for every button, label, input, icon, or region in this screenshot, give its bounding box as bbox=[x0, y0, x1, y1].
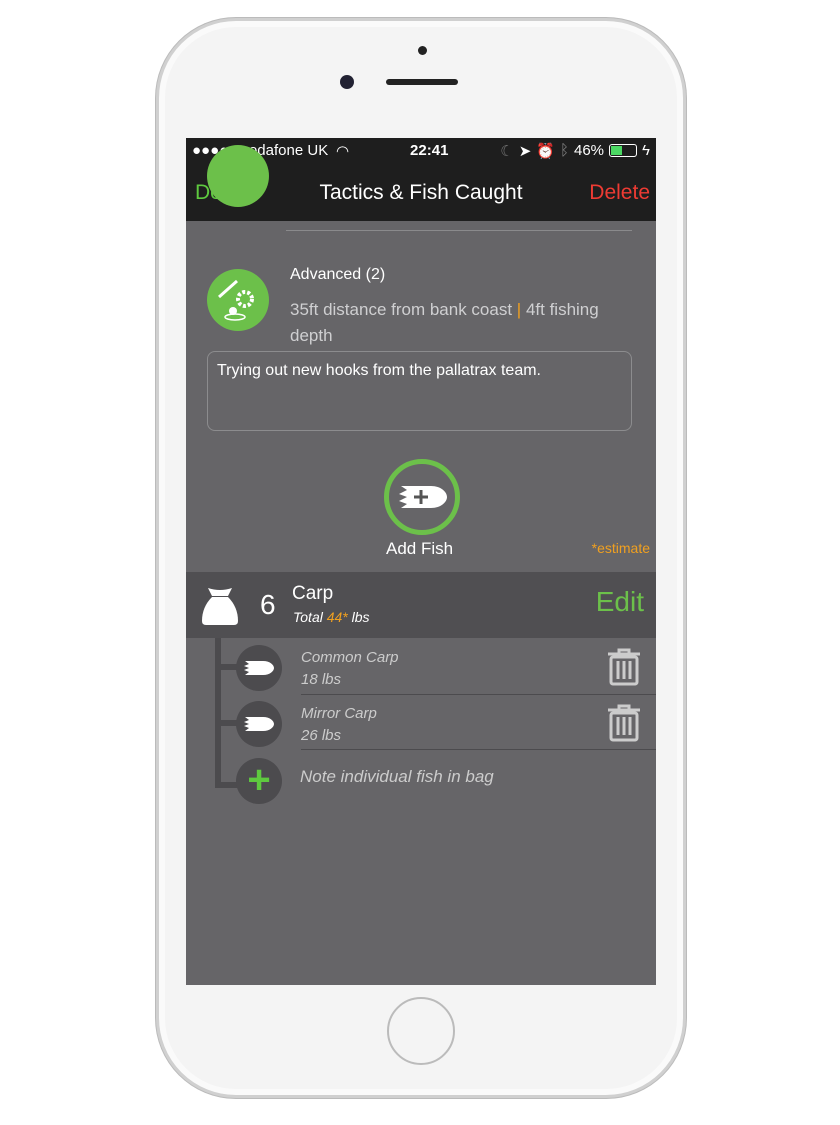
advanced-details: 35ft distance from bank coast | 4ft fish… bbox=[290, 300, 599, 345]
trash-icon[interactable] bbox=[606, 704, 642, 742]
earpiece bbox=[386, 79, 458, 85]
location-icon: ➤ bbox=[518, 142, 532, 160]
plus-icon: + bbox=[236, 758, 282, 804]
fish-weight: 26 lbs bbox=[301, 727, 342, 744]
estimate-note: *estimate bbox=[591, 540, 650, 556]
bag-species: Carp bbox=[292, 583, 334, 604]
add-individual-label: Note individual fish in bag bbox=[300, 767, 494, 786]
app-screen: ●●●●● vodafone UK ◠ 22:41 ☾ ➤ ⏰ ᛒ 46% ϟ … bbox=[186, 138, 656, 985]
charging-icon: ϟ bbox=[642, 142, 650, 159]
alarm-icon: ⏰ bbox=[536, 142, 555, 160]
bag-count: 6 bbox=[260, 589, 276, 620]
time: 22:41 bbox=[410, 142, 449, 159]
fish-name: Mirror Carp bbox=[301, 705, 377, 722]
advanced-title: Advanced (2) bbox=[290, 266, 386, 283]
trash-icon[interactable] bbox=[606, 648, 642, 686]
bag-total: Total 44* lbs bbox=[293, 609, 370, 625]
add-fish-button[interactable] bbox=[384, 459, 460, 535]
home-button[interactable] bbox=[387, 997, 455, 1065]
notes-textarea[interactable]: Trying out new hooks from the pallatrax … bbox=[207, 351, 632, 431]
delete-button[interactable]: Delete bbox=[589, 181, 650, 205]
fish-name: Common Carp bbox=[301, 649, 399, 666]
front-camera bbox=[340, 75, 354, 89]
add-fish-label: Add Fish bbox=[386, 539, 454, 558]
advanced-tactics-icon bbox=[207, 269, 269, 331]
battery-icon bbox=[609, 144, 638, 157]
fish-icon bbox=[236, 701, 282, 747]
wifi-icon: ◠ bbox=[336, 142, 350, 160]
proximity-sensor bbox=[418, 46, 427, 55]
edit-button[interactable]: Edit bbox=[596, 586, 644, 618]
moon-icon: ☾ bbox=[500, 142, 514, 160]
tree-line bbox=[215, 638, 221, 788]
battery-percent: 46% bbox=[574, 142, 605, 159]
bluetooth-icon: ᛒ bbox=[559, 142, 569, 159]
fish-icon bbox=[236, 645, 282, 691]
divider bbox=[301, 749, 656, 750]
bag-icon bbox=[202, 588, 238, 625]
tactic-icon bbox=[207, 145, 269, 207]
bag-summary-row: 6 Carp Total 44* lbs Edit bbox=[186, 572, 656, 638]
divider bbox=[286, 230, 632, 231]
divider bbox=[301, 694, 656, 695]
fish-weight: 18 lbs bbox=[301, 671, 342, 688]
fish-plus-icon bbox=[399, 486, 447, 508]
